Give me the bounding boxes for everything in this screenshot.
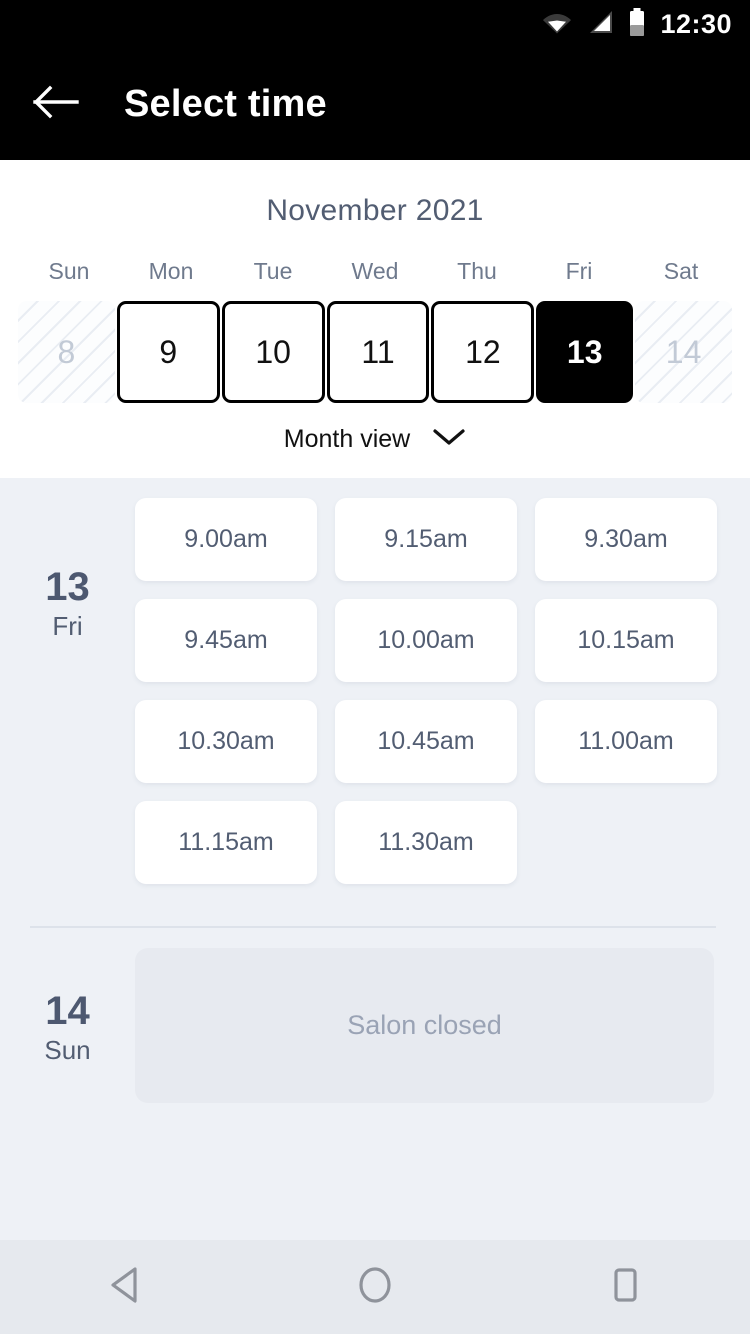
time-slot-grid: 9.00am 9.15am 9.30am 9.45am 10.00am 10.1… [135, 498, 750, 884]
calendar-month-title: November 2021 [266, 194, 484, 227]
battery-icon [628, 7, 646, 41]
cell-signal-icon [586, 9, 614, 40]
calendar-week-strip: 8 9 10 11 12 13 14 [0, 301, 750, 403]
time-slot[interactable]: 11.30am [335, 801, 517, 884]
schedule-day-14: 14 Sun Salon closed [0, 928, 750, 1103]
date-cell-10[interactable]: 10 [221, 301, 325, 403]
home-nav-button[interactable] [320, 1240, 430, 1334]
time-slot[interactable]: 9.00am [135, 498, 317, 581]
time-slot[interactable]: 9.30am [535, 498, 717, 581]
day-name: Sun [44, 1035, 91, 1065]
app-bar: Select time [0, 48, 750, 160]
day-label-13: 13 Fri [0, 498, 135, 884]
schedule-day-13: 13 Fri 9.00am 9.15am 9.30am 9.45am 10.00… [0, 478, 750, 884]
time-slot[interactable]: 9.45am [135, 599, 317, 682]
chevron-down-icon [432, 427, 466, 452]
month-view-label: Month view [283, 425, 411, 453]
day-number: 14 [45, 989, 90, 1033]
time-slot[interactable]: 10.15am [535, 599, 717, 682]
dow-mon: Mon [148, 258, 194, 284]
recents-nav-button[interactable] [570, 1240, 680, 1334]
time-slot[interactable]: 10.00am [335, 599, 517, 682]
screen-root: 12:30 Select time November 2021 Sun Mon … [0, 0, 750, 1334]
time-slot[interactable]: 10.30am [135, 700, 317, 783]
day-of-week-header-row: Sun Mon Tue Wed Thu Fri Sat [0, 258, 750, 285]
dow-sat: Sat [663, 258, 699, 284]
salon-closed-label: Salon closed [347, 1010, 502, 1040]
android-nav-bar [0, 1240, 750, 1334]
time-slot[interactable]: 11.15am [135, 801, 317, 884]
dow-tue: Tue [253, 258, 293, 284]
calendar-panel: November 2021 Sun Mon Tue Wed Thu Fri Sa… [0, 160, 750, 478]
dow-thu: Thu [457, 258, 497, 284]
dow-wed: Wed [351, 258, 399, 284]
back-nav-button[interactable] [70, 1240, 180, 1334]
date-cell-11[interactable]: 11 [326, 301, 430, 403]
date-cell-8: 8 [18, 301, 115, 403]
status-bar: 12:30 [0, 0, 750, 48]
salon-closed-card: Salon closed [135, 948, 714, 1103]
status-bar-clock: 12:30 [660, 8, 732, 39]
day-number: 13 [45, 565, 90, 609]
circle-home-icon [354, 1264, 396, 1311]
wifi-icon [542, 10, 572, 39]
dow-fri: Fri [565, 258, 593, 284]
month-view-toggle[interactable]: Month view [0, 425, 750, 454]
day-name: Fri [52, 611, 83, 641]
square-recents-icon [605, 1264, 645, 1311]
time-slot[interactable]: 9.15am [335, 498, 517, 581]
back-arrow-icon [33, 85, 79, 124]
date-cell-12[interactable]: 12 [431, 301, 535, 403]
date-cell-9[interactable]: 9 [116, 301, 220, 403]
time-slot[interactable]: 10.45am [335, 700, 517, 783]
day-label-14: 14 Sun [0, 948, 135, 1103]
back-button[interactable] [8, 56, 104, 152]
schedule-scroll-area[interactable]: 13 Fri 9.00am 9.15am 9.30am 9.45am 10.00… [0, 478, 750, 1240]
time-slot[interactable]: 11.00am [535, 700, 717, 783]
triangle-back-icon [105, 1264, 145, 1311]
page-title: Select time [124, 82, 327, 125]
dow-sun: Sun [48, 258, 90, 284]
date-cell-13-selected[interactable]: 13 [536, 301, 634, 403]
date-cell-14: 14 [635, 301, 733, 403]
